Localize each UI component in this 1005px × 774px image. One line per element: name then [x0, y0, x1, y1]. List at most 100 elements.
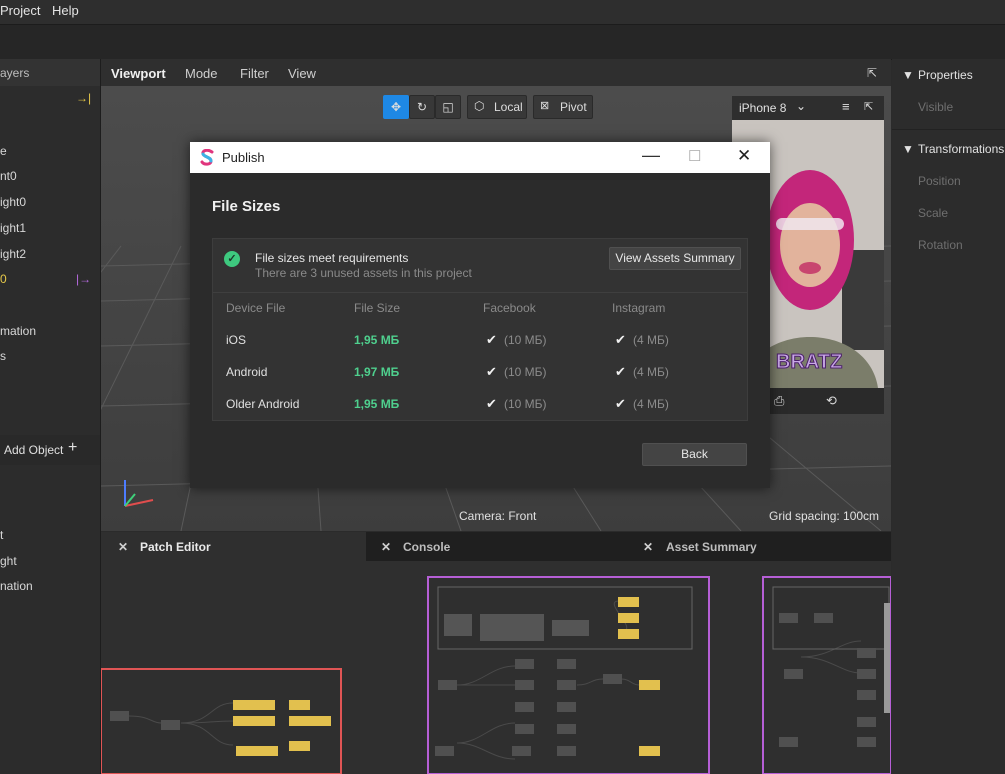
popout-icon[interactable]: ⇱ [867, 66, 877, 80]
layer-item[interactable]: 0 [0, 272, 7, 286]
facebook-limit: (10 МБ) [504, 365, 547, 379]
cube-icon: ⬡ [474, 99, 485, 113]
check-icon: ✔ [615, 364, 626, 379]
facebook-limit: (10 МБ) [504, 397, 547, 411]
patch-node[interactable] [310, 716, 331, 726]
patch-node[interactable] [289, 741, 310, 751]
col-device-file: Device File [226, 301, 286, 315]
layers-title: ayers [0, 66, 30, 80]
patch-node[interactable] [557, 746, 576, 756]
asset-item[interactable]: t [0, 528, 3, 542]
layer-item[interactable]: ight2 [0, 247, 26, 261]
patch-node[interactable] [618, 597, 639, 607]
patch-node[interactable] [557, 680, 576, 690]
patch-node[interactable] [254, 700, 275, 710]
patch-node[interactable] [857, 669, 876, 679]
patch-node[interactable] [618, 613, 639, 623]
patch-node[interactable] [779, 613, 798, 623]
device-select[interactable]: iPhone 8 [739, 101, 786, 115]
toolbar [0, 24, 1005, 60]
patch-node[interactable] [557, 724, 576, 734]
move-tool-icon[interactable]: ✥ [383, 95, 409, 119]
patch-node[interactable] [784, 669, 803, 679]
asset-item[interactable]: nation [0, 579, 33, 593]
rotate-tool-icon[interactable]: ↻ [409, 95, 435, 119]
patch-node[interactable] [438, 680, 457, 690]
patch-node[interactable] [557, 702, 576, 712]
back-button[interactable]: Back [642, 443, 747, 466]
menu-help[interactable]: Help [52, 3, 79, 18]
patch-node[interactable] [254, 716, 275, 726]
patch-node[interactable] [515, 680, 534, 690]
patch-node[interactable] [639, 746, 660, 756]
patch-node[interactable] [515, 702, 534, 712]
patch-node[interactable] [857, 690, 876, 700]
patch-node[interactable] [161, 720, 180, 730]
instagram-limit: (4 МБ) [633, 365, 669, 379]
camera-icon[interactable]: ⎙ [774, 393, 784, 409]
tab-view[interactable]: View [288, 66, 316, 81]
menu-project[interactable]: Project [0, 3, 40, 18]
maximize-icon[interactable]: ☐ [688, 147, 701, 165]
close-icon[interactable]: ✕ [737, 146, 751, 166]
menu-bar: Project Help [0, 0, 1005, 24]
triangle-icon[interactable]: ▼ [902, 68, 914, 82]
patch-node[interactable] [233, 716, 254, 726]
close-icon[interactable]: ✕ [381, 540, 391, 554]
popout-icon[interactable]: ⇱ [864, 100, 873, 113]
patch-node[interactable] [289, 700, 310, 710]
view-assets-summary-button[interactable]: View Assets Summary [609, 247, 741, 270]
tab-patch-editor[interactable]: ✕ Patch Editor [101, 532, 366, 561]
patch-node[interactable] [557, 659, 576, 669]
menu-icon[interactable]: ≡ [842, 99, 850, 114]
chevron-down-icon[interactable]: ⌄ [796, 99, 806, 113]
asset-item[interactable]: ght [0, 554, 17, 568]
dialog-titlebar: Publish — ☐ ✕ [190, 142, 770, 173]
patch-node[interactable] [857, 717, 876, 727]
close-icon[interactable]: ✕ [118, 540, 128, 554]
layer-item[interactable]: ight0 [0, 195, 26, 209]
row-size: 1,95 МБ [354, 397, 400, 411]
layer-item[interactable]: mation [0, 324, 36, 338]
patch-node[interactable] [257, 746, 278, 756]
scale-tool-icon[interactable]: ◱ [435, 95, 461, 119]
tab-asset-summary[interactable]: ✕ Asset Summary [628, 532, 891, 561]
pivot-button[interactable]: ⊠ Pivot [533, 95, 593, 119]
file-sizes-card: ✓ File sizes meet requirements There are… [212, 238, 748, 421]
patch-node[interactable] [857, 648, 876, 658]
patch-editor-panel[interactable]: ✕ Patch Editor ✕ Console ✕ Asset Summary [101, 532, 891, 774]
patch-node[interactable] [515, 724, 534, 734]
patch-node[interactable] [512, 746, 531, 756]
rotation-label: Rotation [918, 238, 963, 252]
layer-item[interactable]: nt0 [0, 169, 17, 183]
tab-console[interactable]: ✕ Console [366, 532, 628, 561]
layer-item[interactable]: s [0, 349, 6, 363]
grid-spacing-label: Grid spacing: 100cm [769, 509, 880, 523]
tab-filter[interactable]: Filter [240, 66, 269, 81]
patch-node[interactable] [603, 674, 622, 684]
close-icon[interactable]: ✕ [643, 540, 653, 554]
patch-node[interactable] [618, 629, 639, 639]
plus-icon: + [68, 439, 78, 456]
patch-node[interactable] [639, 680, 660, 690]
rotate-device-icon[interactable]: ⟲ [826, 393, 837, 409]
tab-viewport[interactable]: Viewport [111, 66, 166, 81]
add-object-button[interactable]: Add Object + [0, 435, 100, 465]
collapse-icon[interactable]: →| [76, 91, 91, 105]
patch-node[interactable] [110, 711, 129, 721]
patch-node[interactable] [289, 716, 310, 726]
local-button[interactable]: ⬡ Local [467, 95, 527, 119]
minimize-icon[interactable]: — [642, 145, 660, 166]
check-icon: ✔ [486, 396, 497, 411]
patch-node[interactable] [233, 700, 254, 710]
patch-node[interactable] [779, 737, 798, 747]
patch-node[interactable] [857, 737, 876, 747]
tab-mode[interactable]: Mode [185, 66, 218, 81]
layer-item[interactable]: e [0, 144, 7, 158]
patch-node[interactable] [814, 613, 833, 623]
layer-item[interactable]: ight1 [0, 221, 26, 235]
patch-node[interactable] [236, 746, 257, 756]
patch-node[interactable] [515, 659, 534, 669]
patch-node[interactable] [435, 746, 454, 756]
triangle-icon[interactable]: ▼ [902, 142, 914, 156]
